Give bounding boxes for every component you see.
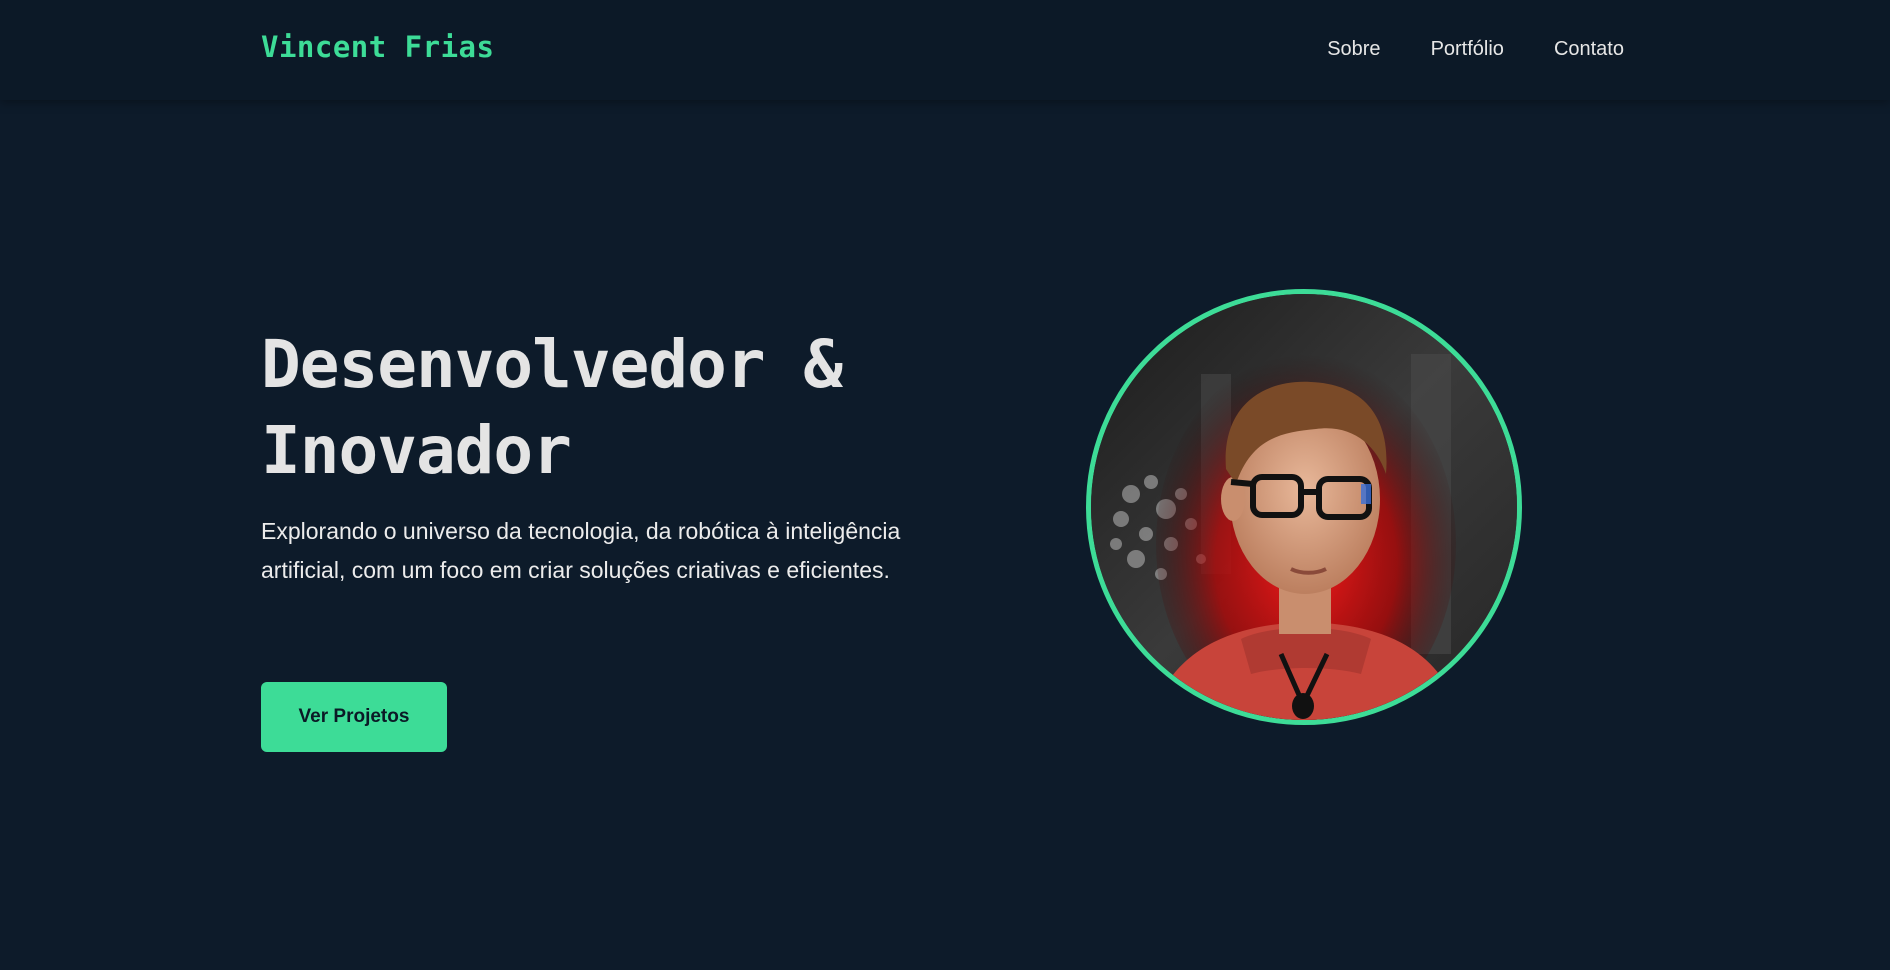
nav-link-sobre[interactable]: Sobre: [1327, 38, 1380, 61]
hero-title-line-2: Inovador: [261, 412, 572, 489]
hero-title-line-1: Desenvolvedor &: [261, 326, 843, 403]
nav-link-contato[interactable]: Contato: [1554, 38, 1624, 61]
nav-link-portfolio[interactable]: Portfólio: [1431, 38, 1504, 61]
hero-title: Desenvolvedor & Inovador: [261, 322, 981, 494]
site-header: Vincent Frias Sobre Portfólio Contato: [0, 0, 1890, 100]
hero-subtitle: Explorando o universo da tecnologia, da …: [261, 518, 901, 583]
main-nav: Sobre Portfólio Contato: [1327, 38, 1624, 61]
profile-photo: [1086, 289, 1522, 725]
site-logo[interactable]: Vincent Frias: [261, 30, 494, 64]
view-projects-button[interactable]: Ver Projetos: [261, 682, 447, 752]
profile-photo-illustration: [1091, 294, 1517, 720]
